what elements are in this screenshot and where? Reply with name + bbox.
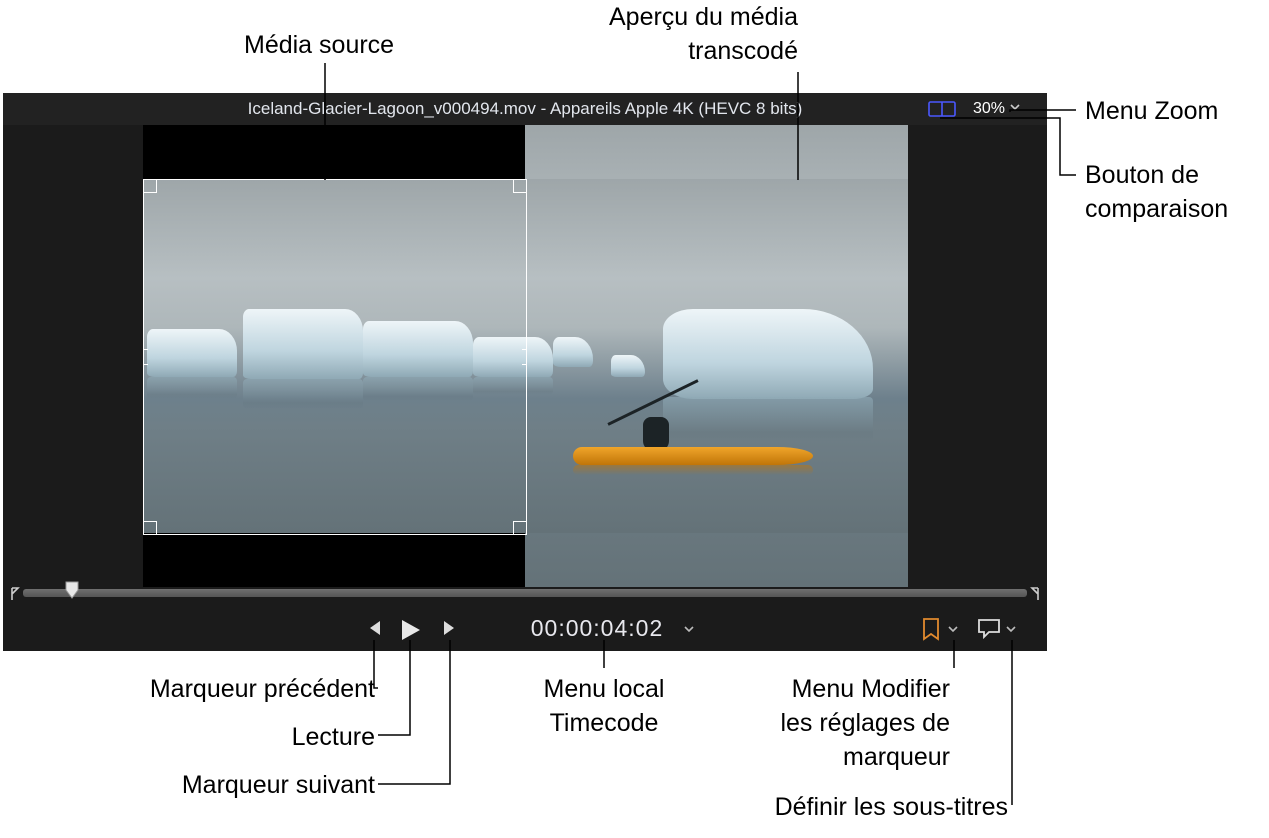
zoom-value: 30% bbox=[973, 100, 1005, 118]
out-point-icon[interactable] bbox=[1029, 587, 1039, 604]
captions-menu[interactable] bbox=[1005, 623, 1017, 635]
preview-window: Iceland-Glacier-Lagoon_v000494.mov - App… bbox=[3, 93, 1047, 651]
zoom-menu[interactable]: 30% bbox=[967, 97, 1027, 121]
timeline[interactable] bbox=[3, 587, 1047, 605]
marker-settings-menu[interactable] bbox=[947, 623, 959, 635]
chevron-down-icon bbox=[947, 623, 959, 635]
paddler bbox=[643, 417, 669, 451]
marker-settings-button[interactable] bbox=[917, 615, 945, 643]
text-line: Aperçu du média bbox=[398, 0, 798, 34]
chevron-down-icon bbox=[1005, 623, 1017, 635]
skip-back-icon bbox=[364, 618, 384, 638]
callout-zoom-menu: Menu Zoom bbox=[1085, 94, 1218, 128]
callout-marker-settings: Menu Modifier les réglages de marqueur bbox=[650, 672, 950, 774]
text-line: transcodé bbox=[398, 34, 798, 68]
crop-handle-mid-right[interactable] bbox=[522, 349, 527, 365]
play-button[interactable] bbox=[393, 613, 427, 647]
prev-marker-button[interactable] bbox=[361, 615, 387, 641]
play-icon bbox=[397, 617, 423, 643]
controls-bar: 00:00:04:02 bbox=[3, 607, 1047, 651]
text-line: marqueur bbox=[650, 740, 950, 774]
text-line: les réglages de bbox=[650, 706, 950, 740]
callout-next-marker: Marqueur suivant bbox=[75, 768, 375, 802]
timeline-track[interactable] bbox=[23, 589, 1027, 597]
compare-button[interactable] bbox=[927, 97, 957, 121]
callout-prev-marker: Marqueur précédent bbox=[75, 672, 375, 706]
titlebar: Iceland-Glacier-Lagoon_v000494.mov - App… bbox=[3, 93, 1047, 125]
crop-handle-bottom-right[interactable] bbox=[513, 521, 527, 535]
next-marker-button[interactable] bbox=[437, 615, 463, 641]
kayak-reflection bbox=[573, 465, 813, 475]
crop-handle-top-right[interactable] bbox=[513, 179, 527, 193]
callout-compare-button: Bouton de comparaison bbox=[1085, 158, 1228, 226]
chevron-down-icon bbox=[683, 623, 695, 635]
crop-handle-bottom-left[interactable] bbox=[143, 521, 157, 535]
preview-viewport[interactable] bbox=[143, 125, 908, 587]
callout-media-source: Média source bbox=[244, 28, 394, 62]
in-point-icon[interactable] bbox=[11, 587, 21, 604]
letterbox-top bbox=[143, 125, 525, 179]
compare-icon bbox=[928, 100, 956, 118]
callout-set-captions: Définir les sous-titres bbox=[648, 790, 1008, 824]
playhead-icon[interactable] bbox=[65, 581, 79, 606]
titlebar-title: Iceland-Glacier-Lagoon_v000494.mov - App… bbox=[3, 99, 1047, 119]
caption-icon bbox=[977, 618, 1001, 640]
text-line: Bouton de bbox=[1085, 158, 1228, 192]
crop-handle-top-left[interactable] bbox=[143, 179, 157, 193]
skip-forward-icon bbox=[440, 618, 460, 638]
kayak bbox=[573, 447, 813, 465]
callout-transcoded-preview: Aperçu du média transcodé bbox=[398, 0, 798, 68]
timecode-menu[interactable] bbox=[683, 623, 695, 635]
bookmark-icon bbox=[920, 617, 942, 641]
callout-play: Lecture bbox=[75, 720, 375, 754]
crop-handle-mid-left[interactable] bbox=[143, 349, 148, 365]
chevron-down-icon bbox=[1009, 100, 1021, 118]
letterbox-bottom bbox=[143, 533, 525, 587]
crop-frame[interactable] bbox=[143, 179, 527, 535]
text-line: Menu Modifier bbox=[650, 672, 950, 706]
timecode-display[interactable]: 00:00:04:02 bbox=[507, 613, 687, 643]
text-line: comparaison bbox=[1085, 192, 1228, 226]
captions-button[interactable] bbox=[975, 615, 1003, 643]
